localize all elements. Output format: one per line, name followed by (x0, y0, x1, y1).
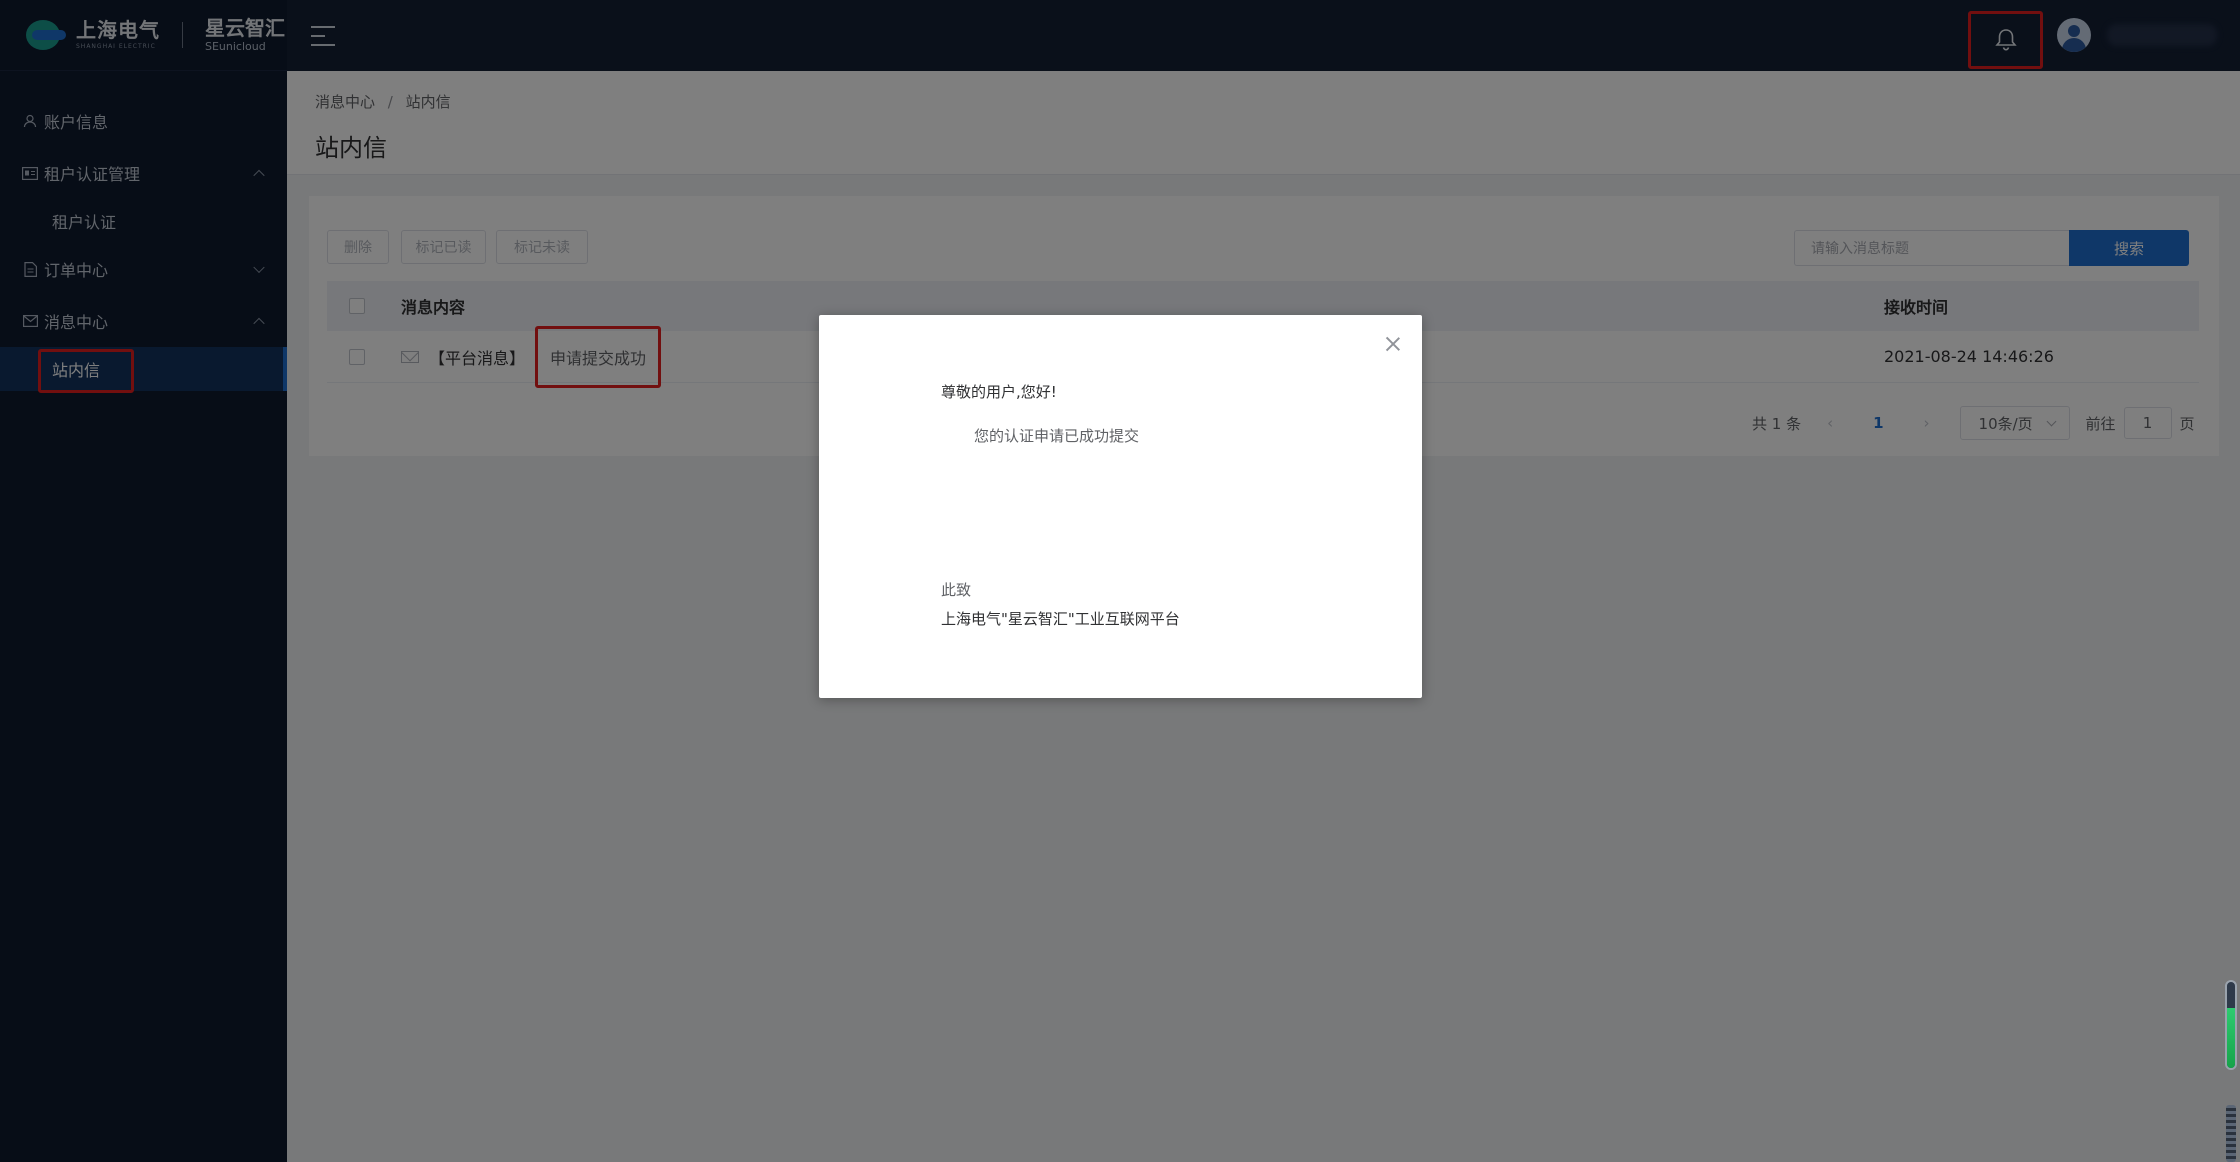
message-signature: 上海电气"星云智汇"工业互联网平台 (941, 610, 1180, 628)
message-body: 您的认证申请已成功提交 (974, 427, 1140, 445)
message-detail-dialog: 尊敬的用户,您好! 您的认证申请已成功提交 此致 上海电气"星云智汇"工业互联网… (819, 315, 1422, 698)
scroll-track[interactable] (2226, 1105, 2236, 1162)
close-icon[interactable] (1386, 337, 1400, 351)
message-greeting: 尊敬的用户,您好! (941, 383, 1057, 401)
message-closing: 此致 (941, 581, 972, 599)
scroll-indicator[interactable] (2225, 980, 2237, 1070)
